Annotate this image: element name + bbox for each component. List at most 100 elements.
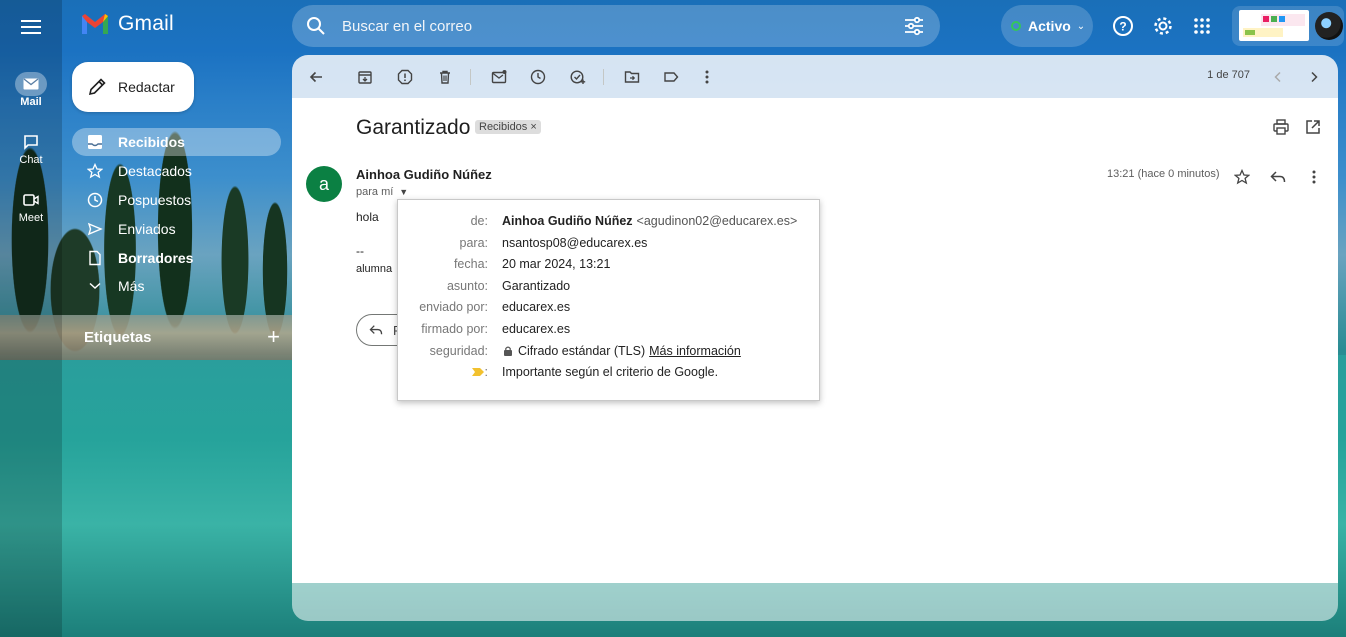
sidebar-item-label: Más [118, 278, 145, 294]
sidebar-item-inbox[interactable]: Recibidos [72, 128, 281, 156]
details-label: de: [470, 214, 488, 228]
older-button[interactable] [1302, 65, 1326, 89]
mail-icon [15, 72, 47, 96]
help-button[interactable]: ? [1111, 14, 1135, 38]
toolbar-separator [470, 69, 471, 85]
newer-button[interactable] [1266, 65, 1290, 89]
importance-marker-icon [471, 368, 484, 376]
sender-name[interactable]: Ainhoa Gudiño Núñez [356, 167, 492, 182]
filter-options-icon[interactable] [902, 14, 926, 38]
organization-logo [1239, 10, 1309, 41]
labels-button[interactable] [659, 65, 683, 89]
archive-button[interactable] [353, 65, 377, 89]
search-icon[interactable] [304, 14, 328, 38]
rail-item-meet[interactable]: Meet [6, 188, 56, 224]
app-name: Gmail [118, 12, 174, 35]
sidebar-item-label: Borradores [118, 250, 194, 266]
sidebar-item-more[interactable]: Más [72, 272, 281, 300]
message-details-popup: de: Ainhoa Gudiño Núñez <agudinon02@educ… [397, 199, 820, 401]
importance-colon: : [484, 365, 488, 379]
search-input[interactable] [342, 17, 882, 35]
details-row-to: para: nsantosp08@educarex.es [398, 236, 821, 254]
back-button[interactable] [304, 65, 328, 89]
clock-icon [530, 69, 546, 85]
compose-button[interactable]: Redactar [72, 62, 194, 112]
delete-button[interactable] [433, 65, 457, 89]
details-row-from: de: Ainhoa Gudiño Núñez <agudinon02@educ… [398, 214, 821, 232]
details-row-subject: asunto: Garantizado [398, 279, 821, 297]
sidebar-item-sent[interactable]: Enviados [72, 215, 281, 243]
rail-item-label: Meet [18, 212, 44, 224]
rail-item-label: Chat [19, 154, 43, 166]
reply-button[interactable] [1267, 166, 1289, 188]
importance-value: Importante según el criterio de Google. [502, 365, 719, 379]
reply-icon [369, 325, 383, 335]
top-bar: Gmail Activo ⌄ ? [0, 0, 1346, 52]
to-value: nsantosp08@educarex.es [502, 236, 648, 250]
mark-unread-icon [491, 70, 507, 84]
from-name: Ainhoa Gudiño Núñez [502, 214, 633, 228]
lock-icon [504, 346, 512, 356]
importance-label: : [471, 365, 488, 379]
gmail-logo[interactable]: Gmail [80, 12, 174, 36]
hamburger-icon [21, 20, 41, 34]
details-label: asunto: [446, 279, 488, 293]
main-menu-button[interactable] [13, 9, 49, 45]
move-to-button[interactable] [620, 65, 644, 89]
chevron-left-icon [1274, 71, 1281, 83]
inbox-label-chip[interactable]: Recibidos × [475, 120, 541, 134]
open-new-window-button[interactable] [1304, 118, 1324, 138]
sidebar-item-snoozed[interactable]: Pospuestos [72, 186, 281, 214]
send-icon [86, 220, 104, 238]
clock-icon [86, 191, 104, 209]
details-label: seguridad: [429, 344, 488, 358]
user-avatar[interactable] [1315, 12, 1343, 40]
subject-value: Garantizado [502, 279, 571, 293]
toolbar-separator [603, 69, 604, 85]
security-text: Cifrado estándar (TLS) [518, 344, 646, 358]
snooze-button[interactable] [526, 65, 550, 89]
apps-button[interactable] [1190, 14, 1214, 38]
rail-item-chat[interactable]: Chat [6, 130, 56, 166]
add-task-button[interactable] [566, 65, 590, 89]
rail-item-mail[interactable]: Mail [6, 72, 56, 108]
video-icon [15, 188, 47, 212]
more-info-link[interactable]: Más información [649, 344, 741, 358]
add-task-icon [570, 70, 586, 84]
search-bar[interactable] [292, 5, 940, 47]
inbox-icon [86, 133, 104, 151]
archive-icon [358, 71, 372, 84]
message-more-button[interactable] [1303, 166, 1325, 188]
draft-icon [86, 249, 104, 267]
status-dropdown[interactable]: Activo ⌄ [1001, 5, 1093, 47]
signature-text: alumna [356, 263, 393, 275]
details-row-mailed-by: enviado por: educarex.es [398, 300, 821, 318]
print-button[interactable] [1272, 118, 1292, 138]
show-details-icon[interactable]: ▼ [399, 187, 408, 197]
panel-footer [292, 583, 1338, 621]
add-label-button[interactable]: + [267, 324, 280, 350]
chevron-right-icon [1311, 71, 1318, 83]
sidebar-item-label: Enviados [118, 221, 176, 237]
rail-item-label: Mail [20, 96, 42, 108]
sender-avatar: a [306, 166, 342, 202]
more-actions-button[interactable] [695, 65, 719, 89]
details-label: firmado por: [421, 322, 488, 336]
recipient-summary[interactable]: para mí ▼ [356, 186, 408, 198]
status-label: Activo [1028, 18, 1071, 34]
details-label: fecha: [453, 257, 488, 271]
sidebar-item-label: Recibidos [118, 134, 185, 150]
report-spam-button[interactable] [393, 65, 417, 89]
sidebar-item-label: Pospuestos [118, 192, 192, 208]
labels-title: Etiquetas [84, 328, 152, 346]
mark-unread-button[interactable] [487, 65, 511, 89]
sidebar-item-drafts[interactable]: Borradores [72, 244, 281, 272]
status-dot-icon [1011, 21, 1021, 31]
details-row-security: seguridad: Cifrado estándar (TLS) Más in… [398, 344, 821, 362]
star-button[interactable] [1231, 166, 1253, 188]
details-label: para: [459, 236, 489, 250]
settings-button[interactable] [1151, 14, 1175, 38]
open-in-new-icon [1306, 120, 1320, 134]
sidebar-item-starred[interactable]: Destacados [72, 157, 281, 185]
pencil-icon [88, 78, 106, 96]
